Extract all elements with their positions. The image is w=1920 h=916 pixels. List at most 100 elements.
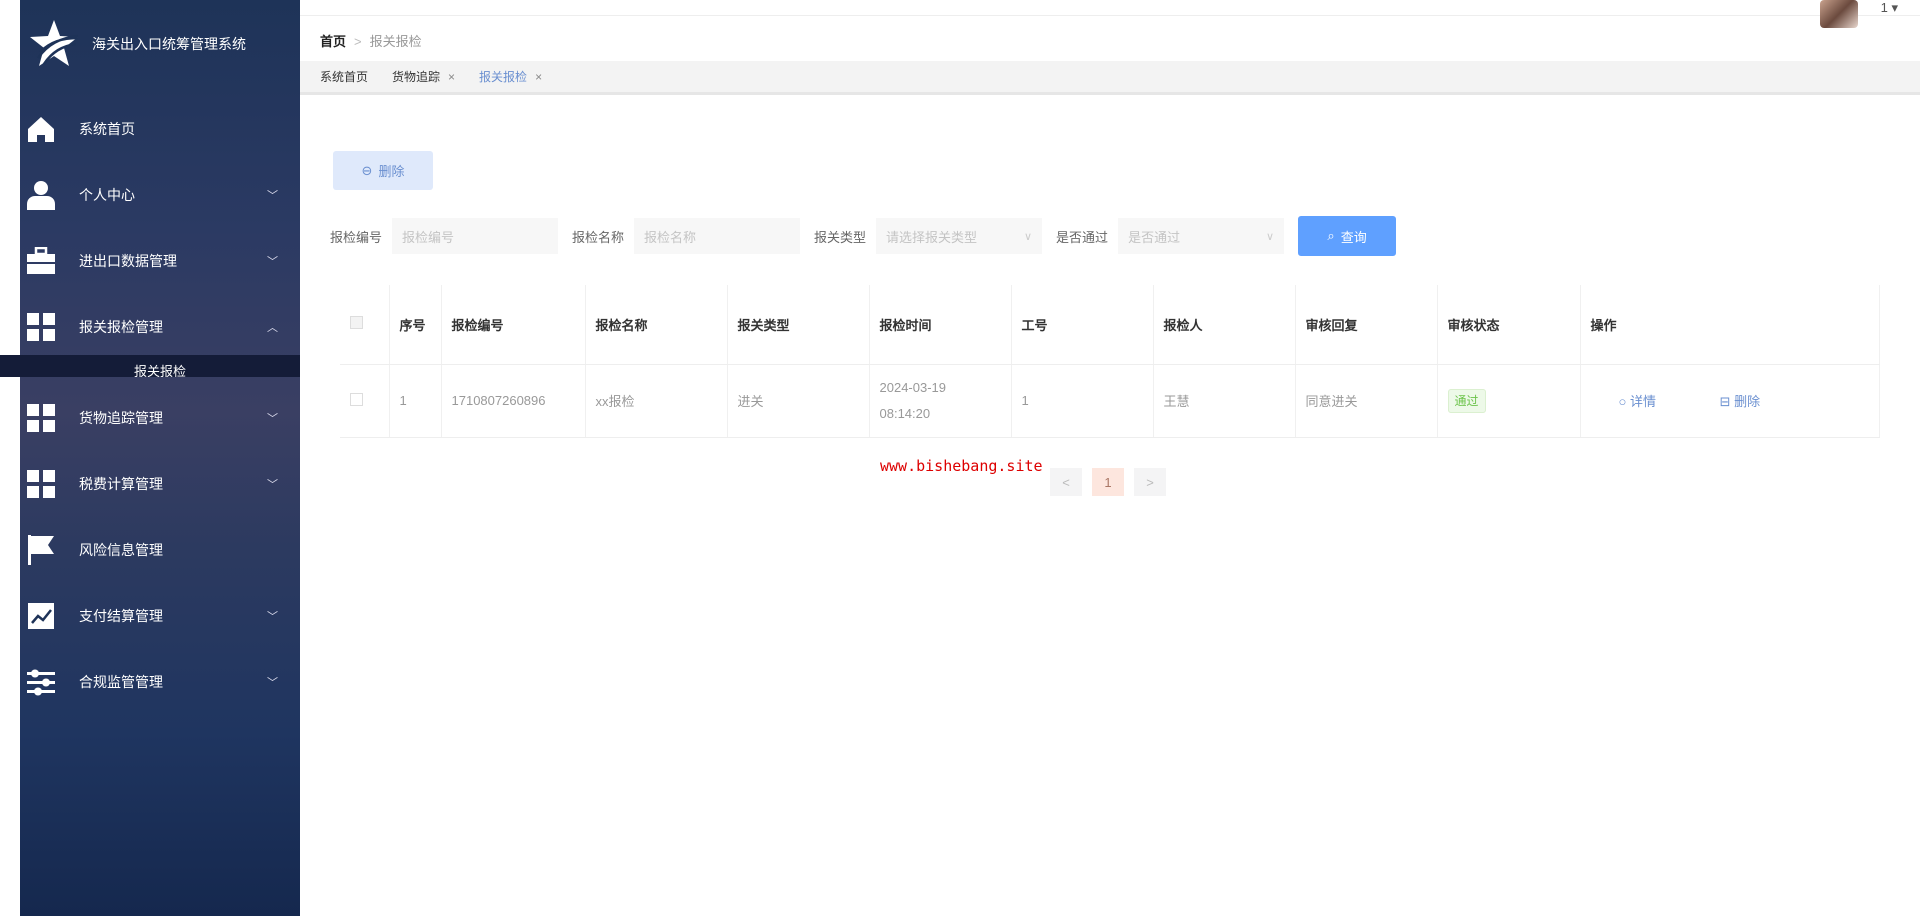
search-icon: ⌕ — [1327, 228, 1335, 243]
row-delete-button[interactable]: ⊟ 删除 — [1720, 394, 1761, 409]
home-icon — [26, 114, 56, 144]
column-header: 审核状态 — [1437, 285, 1581, 365]
prev-page-button[interactable]: < — [1050, 468, 1082, 496]
next-page-button[interactable]: > — [1134, 468, 1166, 496]
sidebar-item-label: 税费计算管理 — [79, 476, 163, 492]
column-header: 报检人 — [1153, 285, 1296, 365]
column-header: 工号 — [1011, 285, 1154, 365]
sidebar: 海关出入口统筹管理系统 系统首页 个人中心 ﹀ 进出口数据管理 ﹀ 报关报检管理 ︿ … — [0, 0, 300, 916]
column-header: 操作 — [1580, 285, 1880, 365]
chevron-down-icon: ﹀ — [267, 256, 278, 268]
breadcrumb-separator: > — [354, 34, 362, 49]
cell-name: xx报检 — [585, 364, 728, 438]
avatar[interactable] — [1820, 0, 1858, 28]
breadcrumb-current: 报关报检 — [369, 34, 422, 49]
grid-icon — [26, 469, 56, 499]
sidebar-item-label: 货物追踪管理 — [79, 410, 163, 426]
tab-bar: 系统首页 货物追踪 × 报关报检 × — [300, 61, 1920, 95]
detail-icon: ○ — [1618, 394, 1630, 409]
tab-cargo-tracking[interactable]: 货物追踪 × — [392, 68, 455, 85]
customs-type-select[interactable]: 请选择报关类型 ∨ — [876, 218, 1043, 254]
cell-employee-id: 1 — [1011, 364, 1154, 438]
chevron-down-icon: ﹀ — [267, 611, 278, 623]
sidebar-item-home[interactable]: 系统首页 — [20, 104, 300, 154]
sidebar-item-import-export[interactable]: 进出口数据管理 ﹀ — [20, 236, 300, 286]
sidebar-item-label: 风险信息管理 — [79, 542, 163, 558]
batch-delete-button[interactable]: ⊖ 删除 — [333, 151, 433, 190]
cell-actions: ○ 详情 ⊟ 删除 — [1580, 364, 1880, 438]
app-title: 海关出入口统筹管理系统 — [92, 36, 246, 52]
breadcrumb-home[interactable]: 首页 — [320, 34, 346, 49]
query-label: 查询 — [1340, 229, 1367, 245]
status-badge: 通过 — [1447, 389, 1486, 413]
inspection-name-input[interactable]: 报检名称 — [634, 218, 801, 254]
customs-type-label: 报关类型 — [814, 229, 867, 245]
sidebar-item-label: 支付结算管理 — [79, 608, 163, 624]
column-header: 序号 — [389, 285, 442, 365]
tab-label: 货物追踪 — [392, 70, 441, 84]
minus-circle-icon: ⊖ — [361, 162, 373, 178]
search-form: 报检编号 报检编号 报检名称 报检名称 报关类型 请选择报关类型 ∨ 是否通过 是… — [330, 216, 1397, 256]
delete-icon: ⊟ — [1719, 394, 1735, 409]
cell-index: 1 — [389, 364, 442, 438]
tab-home[interactable]: 系统首页 — [320, 68, 368, 85]
user-menu[interactable]: 1 ▾ — [1881, 0, 1898, 16]
row-checkbox[interactable] — [340, 364, 390, 438]
inspection-code-label: 报检编号 — [330, 229, 383, 245]
cell-reply: 同意进关 — [1295, 364, 1438, 438]
chevron-down-icon: ﹀ — [267, 190, 278, 202]
sidebar-item-label: 报关报检管理 — [79, 319, 163, 335]
cell-inspector: 王慧 — [1153, 364, 1296, 438]
inspection-name-label: 报检名称 — [572, 229, 625, 245]
top-bar — [300, 0, 1920, 16]
select-all-checkbox[interactable] — [340, 285, 390, 365]
grid-icon — [26, 312, 56, 342]
column-header: 报检名称 — [585, 285, 728, 365]
detail-label: 详情 — [1629, 394, 1656, 409]
sidebar-item-profile[interactable]: 个人中心 ﹀ — [20, 170, 300, 220]
page-1-button[interactable]: 1 — [1092, 468, 1124, 496]
sidebar-item-tracking[interactable]: 货物追踪管理 ﹀ — [20, 393, 300, 443]
chevron-down-icon: ﹀ — [267, 479, 278, 491]
delete-label: 删除 — [1734, 394, 1761, 409]
sidebar-item-customs[interactable]: 报关报检管理 ︿ — [20, 302, 300, 352]
close-icon[interactable]: × — [448, 70, 455, 84]
inspection-code-input[interactable]: 报检编号 — [392, 218, 559, 254]
breadcrumb: 首页 > 报关报检 — [320, 31, 422, 50]
sidebar-item-label: 系统首页 — [79, 121, 135, 137]
detail-button[interactable]: ○ 详情 — [1619, 394, 1656, 409]
cell-type: 进关 — [727, 364, 870, 438]
logo: 海关出入口统筹管理系统 — [28, 18, 246, 70]
column-header: 报检时间 — [869, 285, 1012, 365]
flag-icon — [26, 535, 56, 565]
passed-select[interactable]: 是否通过 ∨ — [1118, 218, 1285, 254]
chevron-down-icon: ∨ — [1023, 230, 1033, 243]
sidebar-item-payment[interactable]: 支付结算管理 ﹀ — [20, 591, 300, 641]
tab-customs-inspection[interactable]: 报关报检 × — [479, 68, 542, 85]
sidebar-item-tax[interactable]: 税费计算管理 ﹀ — [20, 459, 300, 509]
chevron-up-icon: ︿ — [267, 322, 278, 334]
close-icon[interactable]: × — [535, 70, 542, 84]
chevron-down-icon: ﹀ — [267, 413, 278, 425]
pagination: < 1 > — [1050, 468, 1166, 496]
sidebar-item-compliance[interactable]: 合规监管管理 ﹀ — [20, 657, 300, 707]
user-icon — [26, 180, 56, 210]
submenu-label: 报关报检 — [133, 364, 186, 377]
sidebar-item-label: 合规监管管理 — [79, 674, 163, 690]
table-header-row: 序号 报检编号 报检名称 报关类型 报检时间 工号 报检人 审核回复 审核状态 … — [340, 285, 1880, 365]
sidebar-item-risk[interactable]: 风险信息管理 — [20, 525, 300, 575]
chevron-down-icon: ﹀ — [267, 677, 278, 689]
delete-label: 删除 — [378, 164, 405, 179]
watermark: www.bishebang.site — [880, 457, 1043, 475]
data-table: 序号 报检编号 报检名称 报关类型 报检时间 工号 报检人 审核回复 审核状态 … — [340, 285, 1880, 438]
briefcase-icon — [26, 246, 56, 276]
sidebar-item-label: 进出口数据管理 — [79, 253, 177, 269]
chart-icon — [26, 601, 56, 631]
column-header: 审核回复 — [1295, 285, 1438, 365]
query-button[interactable]: ⌕ 查询 — [1298, 216, 1397, 256]
placeholder: 报检编号 — [402, 229, 455, 245]
cell-status: 通过 — [1437, 364, 1581, 438]
tab-label: 系统首页 — [320, 70, 369, 84]
sliders-icon — [26, 667, 56, 697]
submenu-item-customs-inspection[interactable]: 报关报检 — [0, 355, 300, 377]
